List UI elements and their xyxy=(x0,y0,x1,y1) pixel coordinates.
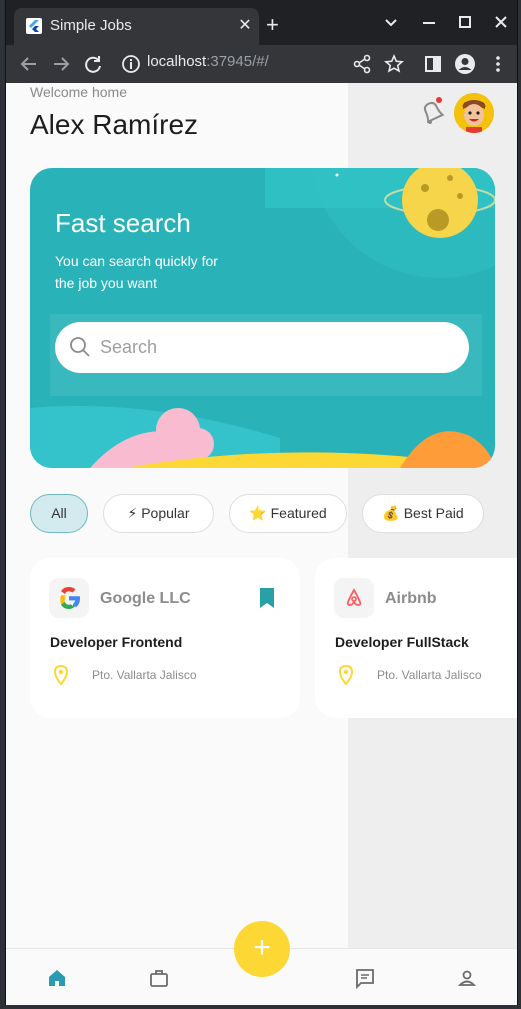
maximize-icon[interactable] xyxy=(455,16,475,28)
chip-featured[interactable]: ⭐ Featured xyxy=(229,494,347,533)
avatar-face-icon xyxy=(454,93,494,133)
url-host: localhost xyxy=(147,53,207,70)
user-name: Alex Ramírez xyxy=(30,109,199,140)
hero-title: Fast search xyxy=(55,208,191,238)
search-icon xyxy=(70,337,90,357)
site-info-icon[interactable] xyxy=(120,53,142,75)
search-input[interactable]: Search xyxy=(55,322,469,373)
chip-best-paid[interactable]: 💰 Best Paid xyxy=(362,494,484,533)
job-role: Developer FullStack xyxy=(335,634,469,650)
notification-bell-icon[interactable] xyxy=(418,97,446,127)
share-icon[interactable] xyxy=(351,53,373,75)
chat-icon[interactable] xyxy=(354,967,376,989)
browser-toolbar: localhost:37945/#/ xyxy=(6,45,517,83)
company-name: Google LLC xyxy=(100,590,191,607)
profile-person-icon[interactable] xyxy=(456,967,478,989)
company-logo xyxy=(334,578,374,618)
job-card[interactable]: Google LLC Developer Frontend Pto. Valla… xyxy=(30,558,300,718)
address-bar[interactable]: localhost:37945/#/ xyxy=(147,53,269,70)
company-logo xyxy=(49,578,89,618)
location-pin-icon xyxy=(53,664,69,686)
close-window-icon[interactable] xyxy=(491,16,511,28)
browser-tab[interactable]: Simple Jobs ✕ xyxy=(14,8,259,45)
hero-subtitle: You can search quickly for the job you w… xyxy=(55,253,218,291)
search-placeholder: Search xyxy=(100,337,158,357)
briefcase-icon[interactable] xyxy=(148,967,170,989)
browser-window: Simple Jobs ✕ + localhost:37945/#/ Welco… xyxy=(5,0,518,1005)
profile-icon[interactable] xyxy=(454,53,476,75)
job-location: Pto. Vallarta Jalisco xyxy=(377,668,482,682)
star-bookmark-icon[interactable] xyxy=(383,53,405,75)
chip-all[interactable]: All xyxy=(30,494,88,533)
job-location: Pto. Vallarta Jalisco xyxy=(92,668,197,682)
job-card[interactable]: Airbnb Developer FullStack Pto. Vallarta… xyxy=(315,558,517,718)
bookmark-icon[interactable] xyxy=(260,588,274,608)
new-tab-button[interactable]: + xyxy=(266,14,279,36)
add-fab-button[interactable]: + xyxy=(234,921,290,977)
airbnb-logo-icon xyxy=(346,588,362,606)
avatar[interactable] xyxy=(454,93,494,133)
google-logo-icon xyxy=(60,587,80,609)
tab-close-icon[interactable]: ✕ xyxy=(236,15,254,35)
kebab-menu-icon[interactable] xyxy=(487,53,509,75)
flutter-icon xyxy=(26,18,42,34)
welcome-text: Welcome home xyxy=(30,84,128,100)
app-viewport: Welcome home Alex Ramírez Fast search Yo… xyxy=(6,83,517,1005)
home-icon[interactable] xyxy=(46,967,68,989)
minimize-icon[interactable] xyxy=(419,22,439,24)
side-panel-icon[interactable] xyxy=(422,53,444,75)
title-bar: Simple Jobs ✕ + xyxy=(6,0,517,45)
tab-title: Simple Jobs xyxy=(50,17,132,34)
chip-popular[interactable]: ⚡ Popular xyxy=(103,494,214,533)
reload-icon[interactable] xyxy=(82,53,104,75)
company-name: Airbnb xyxy=(385,590,437,607)
job-role: Developer Frontend xyxy=(50,634,183,650)
back-arrow-icon[interactable] xyxy=(18,53,40,75)
location-pin-icon xyxy=(338,664,354,686)
fast-search-card: Fast search You can search quickly for t… xyxy=(30,168,495,468)
tab-search-chevron-icon[interactable] xyxy=(381,18,401,28)
url-path: :37945/#/ xyxy=(206,53,269,70)
forward-arrow-icon[interactable] xyxy=(50,53,72,75)
